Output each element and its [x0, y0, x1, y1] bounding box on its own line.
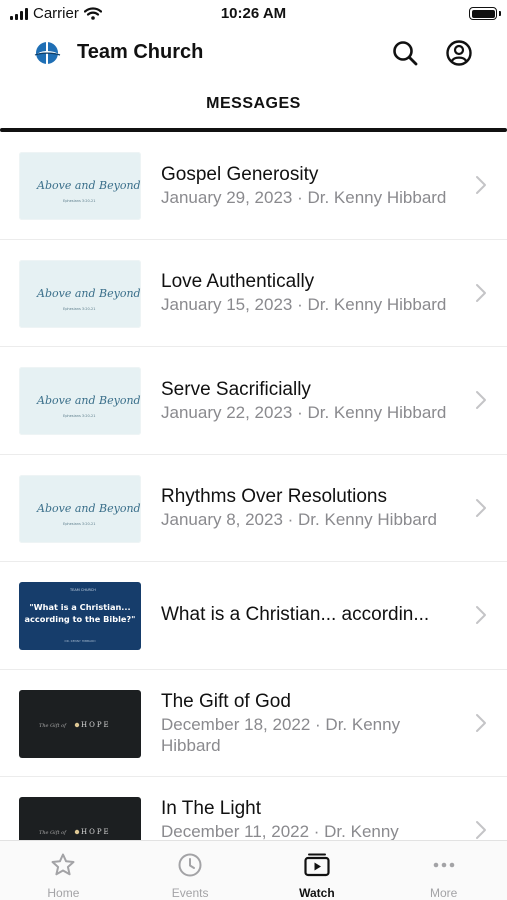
thumbnail-line-2: according to the Bible?" — [25, 614, 136, 624]
account-button[interactable] — [443, 37, 475, 69]
thumbnail-word: HOPE — [81, 721, 111, 729]
message-row[interactable]: Above and Beyond Ephesians 3:20-21 Rhyth… — [0, 455, 507, 562]
thumbnail-script-text: Above and Beyond — [36, 287, 141, 300]
message-row[interactable]: TEAM CHURCH "What is a Christian... acco… — [0, 562, 507, 670]
play-icon — [304, 853, 330, 877]
message-row[interactable]: Above and Beyond Ephesians 3:20-21 Gospe… — [0, 132, 507, 240]
more-icon — [433, 862, 454, 868]
tab-label: Home — [47, 886, 80, 900]
message-thumbnail: The Gift of HOPE — [19, 689, 141, 758]
message-title: Gospel Generosity — [161, 163, 319, 185]
clock-icon — [178, 853, 202, 877]
thumbnail-line-1: "What is a Christian... — [29, 602, 130, 612]
message-title: The Gift of God — [161, 690, 291, 712]
message-list[interactable]: Above and Beyond Ephesians 3:20-21 Gospe… — [0, 132, 507, 840]
chevron-right-icon — [476, 176, 486, 195]
status-bar: Carrier 10:26 AM — [0, 0, 507, 30]
message-title: In The Light — [161, 798, 262, 820]
chevron-right-icon — [476, 391, 486, 410]
chevron-right-icon — [476, 606, 486, 625]
thumbnail-header-text: TEAM CHURCH — [69, 588, 96, 592]
message-thumbnail: TEAM CHURCH "What is a Christian... acco… — [19, 582, 141, 650]
thumbnail-script-text: Above and Beyond — [36, 502, 141, 515]
message-title: What is a Christian... accordin... — [161, 604, 430, 626]
thumbnail-subtext: Ephesians 3:20-21 — [63, 414, 95, 418]
tab-more[interactable]: More — [380, 841, 507, 900]
section-title-messages: MESSAGES — [206, 95, 301, 112]
battery-icon — [469, 7, 497, 20]
message-thumbnail: Above and Beyond Ephesians 3:20-21 — [19, 259, 141, 328]
thumbnail-script-text: Above and Beyond — [36, 394, 141, 407]
user-circle-icon — [446, 40, 472, 66]
tab-label: More — [429, 886, 458, 900]
message-row[interactable]: The Gift of HOPE The Gift of God Decembe… — [0, 670, 507, 777]
chevron-right-icon — [476, 498, 486, 517]
battery-cap — [499, 11, 501, 16]
church-logo-icon — [34, 42, 61, 64]
thumbnail-subtext: Ephesians 3:20-21 — [63, 522, 95, 526]
search-button[interactable] — [389, 37, 421, 69]
message-thumbnail: Above and Beyond Ephesians 3:20-21 — [19, 474, 141, 543]
message-row[interactable]: Above and Beyond Ephesians 3:20-21 Love … — [0, 240, 507, 347]
message-meta: January 8, 2023 · Dr. Kenny Hibbard — [161, 510, 437, 530]
message-meta: December 18, 2022 · Dr. Kenny Hibbard — [161, 714, 401, 755]
star-icon — [51, 853, 75, 876]
thumbnail-script-text: The Gift of — [39, 830, 67, 836]
message-row[interactable]: Above and Beyond Ephesians 3:20-21 Serve… — [0, 347, 507, 455]
message-thumbnail: The Gift of HOPE — [19, 797, 141, 840]
message-title: Serve Sacrificially — [161, 378, 311, 400]
app-header: Team Church — [0, 30, 507, 76]
search-icon — [393, 41, 418, 66]
thumbnail-subtext: Ephesians 3:20-21 — [63, 199, 95, 203]
thumbnail-subtext: Ephesians 3:20-21 — [63, 307, 95, 311]
tab-label: Events — [171, 886, 209, 900]
message-meta: January 22, 2023 · Dr. Kenny Hibbard — [161, 402, 447, 422]
tab-events[interactable]: Events — [127, 841, 254, 900]
chevron-right-icon — [476, 821, 486, 840]
message-meta: January 15, 2023 · Dr. Kenny Hibbard — [161, 295, 447, 315]
status-time: 10:26 AM — [220, 5, 287, 22]
tab-watch[interactable]: Watch — [254, 841, 381, 900]
tab-bar: Home Events Watch More — [0, 840, 507, 900]
thumbnail-word: HOPE — [81, 828, 111, 836]
message-meta: December 11, 2022 · Dr. Kenny Hibbard — [161, 822, 399, 840]
tab-label: Watch — [299, 886, 335, 900]
message-row[interactable]: The Gift of HOPE In The Light December 1… — [0, 777, 507, 840]
message-thumbnail: Above and Beyond Ephesians 3:20-21 — [19, 152, 141, 220]
tab-home[interactable]: Home — [0, 841, 127, 900]
message-meta: January 29, 2023 · Dr. Kenny Hibbard — [161, 187, 447, 207]
message-thumbnail: Above and Beyond Ephesians 3:20-21 — [19, 367, 141, 435]
chevron-right-icon — [476, 713, 486, 732]
chevron-right-icon — [476, 283, 486, 302]
thumbnail-footer-text: DR. KENNY HIBBARD — [64, 639, 96, 643]
message-title: Rhythms Over Resolutions — [161, 486, 387, 508]
message-title: Love Authentically — [161, 271, 315, 293]
app-title: Team Church — [77, 41, 204, 63]
thumbnail-script-text: Above and Beyond — [36, 179, 141, 192]
thumbnail-script-text: The Gift of — [39, 723, 67, 729]
